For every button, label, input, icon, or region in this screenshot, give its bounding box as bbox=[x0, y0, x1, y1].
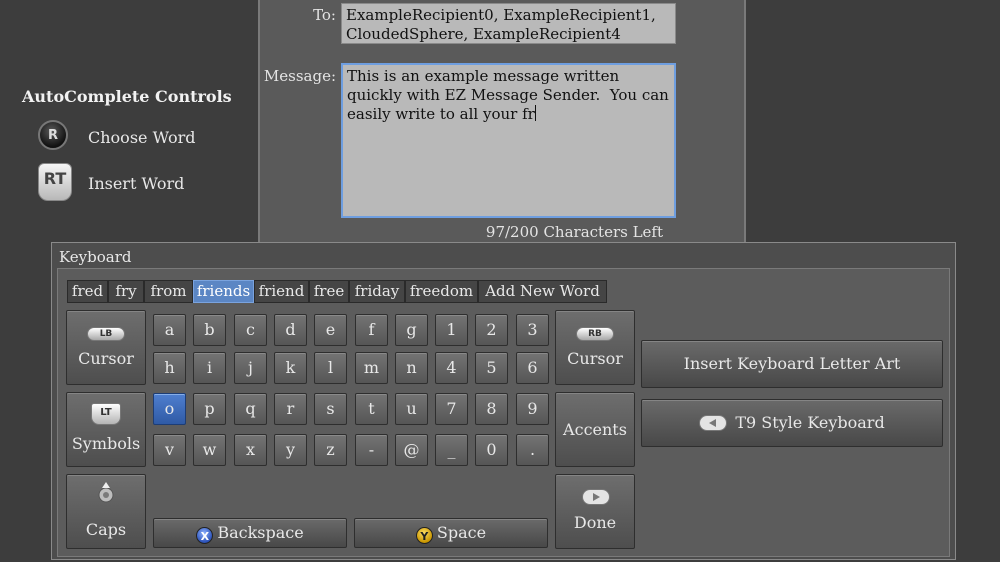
key[interactable]: y bbox=[274, 434, 307, 466]
key[interactable]: u bbox=[395, 393, 428, 425]
key[interactable]: 0 bbox=[475, 434, 508, 466]
insert-letter-art-button[interactable]: Insert Keyboard Letter Art bbox=[641, 340, 943, 388]
symbols-button[interactable]: LT Symbols bbox=[66, 392, 146, 467]
key[interactable]: x bbox=[234, 434, 267, 466]
cursor-left-button[interactable]: LB Cursor bbox=[66, 310, 146, 385]
key[interactable]: @ bbox=[395, 434, 428, 466]
add-new-word-button[interactable]: Add New Word bbox=[478, 280, 607, 303]
key[interactable]: f bbox=[355, 314, 388, 346]
message-field[interactable]: This is an example message written quick… bbox=[341, 63, 676, 218]
key[interactable]: 4 bbox=[435, 352, 468, 384]
to-label: To: bbox=[313, 6, 336, 24]
x-button-icon: X bbox=[196, 527, 214, 544]
text-caret bbox=[534, 105, 536, 121]
cursor-left-label: Cursor bbox=[78, 349, 134, 368]
cursor-right-button[interactable]: RB Cursor bbox=[555, 310, 635, 385]
key[interactable]: k bbox=[274, 352, 307, 384]
suggestion-friday[interactable]: friday bbox=[349, 280, 405, 303]
r-button-icon: R bbox=[38, 120, 68, 150]
insert-word-label: Insert Word bbox=[88, 174, 185, 193]
backspace-button[interactable]: X Backspace bbox=[153, 518, 347, 548]
message-text: This is an example message written quick… bbox=[347, 67, 669, 123]
autocomplete-title: AutoComplete Controls bbox=[22, 87, 232, 106]
suggestion-freedom[interactable]: freedom bbox=[405, 280, 478, 303]
key[interactable]: 5 bbox=[475, 352, 508, 384]
suggestion-from[interactable]: from bbox=[144, 280, 193, 303]
suggestion-free[interactable]: free bbox=[309, 280, 349, 303]
key[interactable]: a bbox=[153, 314, 186, 346]
back-button-icon bbox=[699, 415, 728, 431]
key[interactable]: l bbox=[314, 352, 347, 384]
key[interactable]: p bbox=[193, 393, 226, 425]
lb-bumper-icon: LB bbox=[87, 327, 125, 341]
message-label: Message: bbox=[263, 67, 336, 85]
done-label: Done bbox=[573, 513, 617, 532]
key[interactable]: _ bbox=[435, 434, 468, 466]
accents-button[interactable]: Accents bbox=[555, 392, 635, 467]
lt-trigger-icon: LT bbox=[91, 403, 121, 425]
key[interactable]: w bbox=[193, 434, 226, 466]
y-button-icon: Y bbox=[415, 527, 433, 544]
characters-left: 97/200 Characters Left bbox=[485, 223, 663, 241]
key[interactable]: c bbox=[234, 314, 267, 346]
key[interactable]: o bbox=[153, 393, 186, 425]
key[interactable]: 9 bbox=[516, 393, 549, 425]
key[interactable]: - bbox=[355, 434, 388, 466]
suggestion-friends[interactable]: friends bbox=[193, 280, 254, 303]
caps-button[interactable]: Caps bbox=[66, 474, 146, 549]
done-button[interactable]: Done bbox=[555, 474, 635, 549]
suggestion-friend[interactable]: friend bbox=[254, 280, 309, 303]
to-field[interactable]: ExampleRecipient0, ExampleRecipient1, Cl… bbox=[341, 3, 676, 44]
key[interactable]: 8 bbox=[475, 393, 508, 425]
choose-word-label: Choose Word bbox=[88, 128, 196, 147]
key[interactable]: b bbox=[193, 314, 226, 346]
backspace-label: Backspace bbox=[217, 523, 304, 542]
key[interactable]: . bbox=[516, 434, 549, 466]
key[interactable]: n bbox=[395, 352, 428, 384]
suggestion-fred[interactable]: fred bbox=[67, 280, 108, 303]
key[interactable]: z bbox=[314, 434, 347, 466]
rb-bumper-icon: RB bbox=[576, 327, 614, 341]
left-stick-icon bbox=[98, 482, 114, 503]
accents-label: Accents bbox=[563, 420, 627, 439]
key[interactable]: 1 bbox=[435, 314, 468, 346]
key[interactable]: g bbox=[395, 314, 428, 346]
key[interactable]: e bbox=[314, 314, 347, 346]
key[interactable]: 2 bbox=[475, 314, 508, 346]
space-label: Space bbox=[436, 523, 487, 542]
key[interactable]: j bbox=[234, 352, 267, 384]
key[interactable]: t bbox=[355, 393, 388, 425]
suggestion-fry[interactable]: fry bbox=[108, 280, 144, 303]
keyboard-title: Keyboard bbox=[59, 248, 132, 266]
key[interactable]: d bbox=[274, 314, 307, 346]
key[interactable]: i bbox=[193, 352, 226, 384]
key[interactable]: m bbox=[355, 352, 388, 384]
caps-label: Caps bbox=[85, 520, 127, 539]
key[interactable]: s bbox=[314, 393, 347, 425]
key[interactable]: 3 bbox=[516, 314, 549, 346]
start-button-icon bbox=[582, 489, 610, 505]
cursor-right-label: Cursor bbox=[567, 349, 623, 368]
symbols-label: Symbols bbox=[71, 434, 141, 453]
key[interactable]: 7 bbox=[435, 393, 468, 425]
key[interactable]: v bbox=[153, 434, 186, 466]
t9-keyboard-button[interactable]: T9 Style Keyboard bbox=[641, 399, 943, 447]
rt-trigger-icon: RT bbox=[38, 163, 72, 201]
key[interactable]: q bbox=[234, 393, 267, 425]
key[interactable]: 6 bbox=[516, 352, 549, 384]
t9-keyboard-label: T9 Style Keyboard bbox=[735, 413, 885, 432]
space-button[interactable]: Y Space bbox=[354, 518, 548, 548]
key[interactable]: h bbox=[153, 352, 186, 384]
key[interactable]: r bbox=[274, 393, 307, 425]
